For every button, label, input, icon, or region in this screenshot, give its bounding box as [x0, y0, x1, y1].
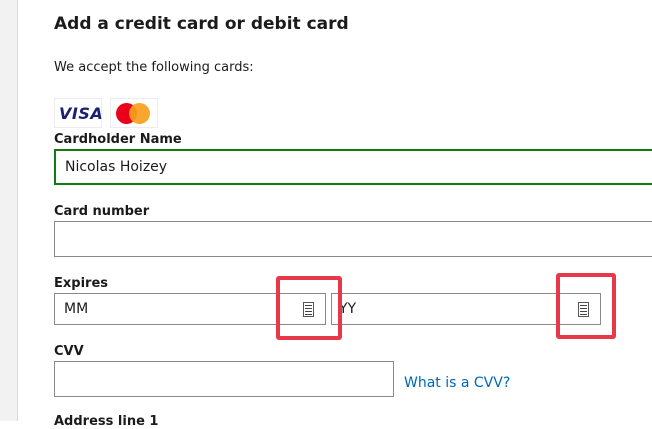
cardholder-name-label: Cardholder Name: [54, 132, 182, 147]
visa-logo-text: VISA: [59, 104, 104, 123]
expiry-month-value: MM: [64, 301, 89, 317]
highlight-box-year-icon: [556, 273, 616, 339]
left-rail: [0, 0, 18, 421]
card-number-input[interactable]: [54, 221, 652, 257]
expires-label: Expires: [54, 276, 108, 291]
address-line-1-label: Address line 1: [54, 414, 159, 429]
visa-logo-icon: VISA: [54, 98, 104, 128]
cardholder-name-value: Nicolas Hoizey: [65, 159, 168, 175]
cvv-label: CVV: [54, 344, 84, 359]
highlight-box-month-icon: [276, 276, 342, 340]
cvv-input[interactable]: [54, 361, 394, 397]
what-is-cvv-link[interactable]: What is a CVV?: [404, 375, 510, 391]
mastercard-logo-icon: [110, 98, 158, 128]
page-title: Add a credit card or debit card: [54, 14, 349, 34]
accepted-cards-text: We accept the following cards:: [54, 60, 254, 75]
card-number-label: Card number: [54, 204, 150, 219]
cardholder-name-input[interactable]: Nicolas Hoizey: [54, 149, 652, 185]
